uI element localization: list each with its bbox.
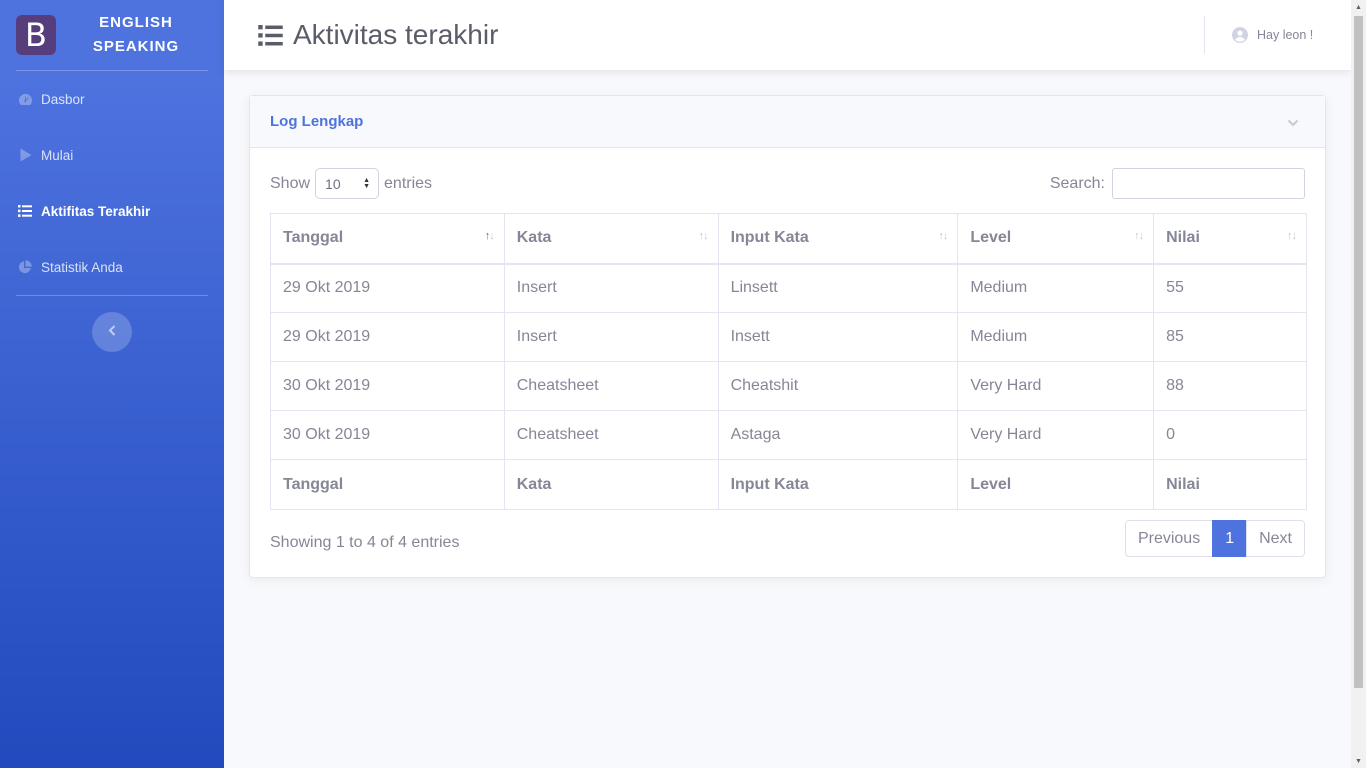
entries-label: entries (384, 174, 433, 192)
user-circle-icon (1232, 27, 1248, 43)
table-cell: Cheatshit (717, 361, 959, 411)
page-size-value: 10 (325, 175, 341, 192)
table-row: 30 Okt 2019 Cheatsheet Cheatshit Very Ha… (270, 361, 1307, 411)
show-label: Show (270, 174, 311, 192)
table-cell: 0 (1153, 410, 1307, 460)
column-header-input-kata[interactable]: Input Kata ↑↓ (717, 213, 959, 265)
page-button-1[interactable]: 1 (1212, 520, 1248, 557)
table-header-row: Tanggal ↑↓ Kata ↑↓ Input Kata ↑↓ Level ↑… (270, 213, 1307, 265)
table-controls: Show 10 ▲ ▼ entries Search: (270, 168, 1305, 199)
table-cell: 29 Okt 2019 (270, 312, 505, 362)
table-cell: 30 Okt 2019 (270, 410, 505, 460)
column-header-level[interactable]: Level ↑↓ (957, 213, 1155, 265)
search-box: Search: (1050, 168, 1305, 199)
brand-name: ENGLISH SPEAKING (56, 11, 224, 59)
pagination: Previous 1 Next (1124, 520, 1305, 557)
brand-logo: B (16, 15, 56, 55)
sort-asc-icon: ↑↓ (484, 230, 495, 242)
table-cell: Insert (503, 263, 719, 313)
search-label: Search: (1049, 174, 1105, 192)
page-title-text: Aktivitas terakhir (293, 19, 499, 50)
brand-name-line2: SPEAKING (92, 38, 180, 55)
chevron-down-icon[interactable] (1287, 114, 1299, 132)
table-cell: Very Hard (957, 410, 1155, 460)
sidebar-item-aktifitas-terakhir[interactable]: Aktifitas Terakhir (0, 183, 224, 239)
column-header-label: Input Kata (730, 229, 809, 247)
list-icon (17, 203, 33, 219)
table-cell: Medium (957, 312, 1155, 362)
table-cell: Cheatsheet (503, 410, 719, 460)
sort-icon: ↑↓ (1134, 230, 1144, 242)
tachometer-icon (17, 91, 33, 107)
sidebar-item-label: Dasbor (41, 91, 85, 107)
search-input[interactable] (1112, 168, 1305, 199)
play-icon (17, 147, 33, 163)
user-greeting: Hay leon ! (1257, 28, 1314, 42)
sort-icon: ↑↓ (938, 230, 948, 242)
brand[interactable]: B ENGLISH SPEAKING (0, 0, 224, 70)
table-cell: Medium (957, 263, 1155, 313)
table-cell: 30 Okt 2019 (270, 361, 505, 411)
select-arrows-icon: ▲ ▼ (363, 177, 371, 190)
table-cell: 88 (1153, 361, 1307, 411)
table-cell: Insett (717, 312, 959, 362)
column-header-label: Tanggal (283, 229, 344, 247)
scroll-thumb[interactable] (1354, 16, 1363, 688)
column-footer-nilai: Nilai (1153, 459, 1307, 510)
table-cell: Very Hard (957, 361, 1155, 411)
page-size-select[interactable]: 10 ▲ ▼ (315, 168, 380, 199)
entries-length: Show 10 ▲ ▼ entries (270, 168, 432, 199)
log-card: Log Lengkap Show 10 ▲ ▼ entries Search: T… (249, 95, 1326, 578)
table-footer-row: Tanggal Kata Input Kata Level Nilai (270, 459, 1307, 510)
next-button[interactable]: Next (1246, 520, 1305, 557)
column-footer-tanggal: Tanggal (270, 459, 505, 510)
column-header-label: Nilai (1166, 229, 1200, 247)
sidebar-item-dasbor[interactable]: Dasbor (0, 71, 224, 127)
sidebar-item-label: Statistik Anda (41, 259, 123, 275)
previous-button[interactable]: Previous (1124, 520, 1214, 557)
table-cell: Astaga (717, 410, 959, 460)
column-footer-level: Level (957, 459, 1155, 510)
pie-chart-icon (17, 259, 33, 275)
table-cell: Insert (503, 312, 719, 362)
page-title: Aktivitas terakhir (258, 19, 498, 51)
column-header-nilai[interactable]: Nilai ↑↓ (1153, 213, 1307, 265)
column-footer-kata: Kata (503, 459, 719, 510)
table-row: 30 Okt 2019 Cheatsheet Astaga Very Hard … (270, 410, 1307, 460)
column-header-label: Level (970, 229, 1012, 247)
sidebar-item-label: Aktifitas Terakhir (41, 203, 151, 219)
topbar-divider (1204, 16, 1205, 54)
sort-icon: ↑↓ (1287, 230, 1297, 242)
user-menu[interactable]: Hay leon ! (1232, 0, 1313, 70)
column-header-kata[interactable]: Kata ↑↓ (503, 213, 719, 265)
card-title: Log Lengkap (270, 113, 364, 130)
sidebar: B ENGLISH SPEAKING Dasbor Mulai Aktifita… (0, 0, 224, 768)
scroll-down-arrow-icon[interactable]: ▼ (1351, 754, 1366, 768)
card-header[interactable]: Log Lengkap (250, 96, 1325, 148)
list-icon (258, 24, 283, 46)
table-cell: 55 (1153, 263, 1307, 313)
sidebar-toggle-area (0, 296, 224, 368)
sidebar-item-mulai[interactable]: Mulai (0, 127, 224, 183)
activity-table: Tanggal ↑↓ Kata ↑↓ Input Kata ↑↓ Level ↑… (270, 213, 1307, 510)
sidebar-item-label: Mulai (41, 147, 74, 163)
scroll-up-arrow-icon[interactable]: ▲ (1351, 0, 1366, 14)
table-row: 29 Okt 2019 Insert Linsett Medium 55 (270, 263, 1307, 313)
column-header-label: Kata (516, 229, 552, 247)
sidebar-toggle-button[interactable] (92, 312, 132, 352)
topbar: Aktivitas terakhir Hay leon ! (224, 0, 1351, 70)
sidebar-item-statistik-anda[interactable]: Statistik Anda (0, 239, 224, 295)
table-cell: Cheatsheet (503, 361, 719, 411)
brand-name-line1: ENGLISH (99, 14, 173, 31)
table-row: 29 Okt 2019 Insert Insett Medium 85 (270, 312, 1307, 362)
table-cell: 29 Okt 2019 (270, 263, 505, 313)
vertical-scrollbar[interactable]: ▲ ▼ (1351, 0, 1366, 768)
column-header-tanggal[interactable]: Tanggal ↑↓ (270, 213, 505, 265)
sort-icon: ↑↓ (698, 230, 709, 242)
chevron-left-icon (108, 323, 116, 341)
column-footer-input-kata: Input Kata (717, 459, 959, 510)
table-cell: Linsett (717, 263, 959, 313)
table-cell: 85 (1153, 312, 1307, 362)
table-info: Showing 1 to 4 of 4 entries (270, 534, 460, 551)
